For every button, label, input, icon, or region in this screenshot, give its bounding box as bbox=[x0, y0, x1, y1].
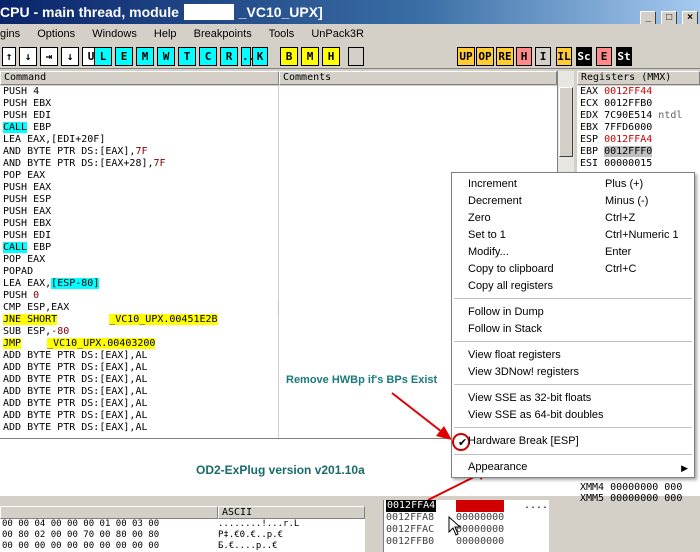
dump-hex: 00 80 02 00 00 70 00 80 00 80 bbox=[2, 530, 160, 540]
shortcut-copy: Ctrl+C bbox=[605, 263, 637, 275]
stack-row[interactable]: 0012FFA8 00000000 bbox=[384, 512, 549, 524]
menu-item-copy-to-clipboard[interactable]: Copy to clipboard bbox=[468, 261, 554, 278]
menu-item-follow-in-stack[interactable]: Follow in Stack bbox=[468, 321, 542, 338]
stack-address: 0012FFA4 bbox=[386, 500, 437, 512]
dump-row[interactable]: 00 00 00 00 00 00 00 00 00 00 Б.€....р..€ bbox=[0, 541, 365, 552]
menu-item-view-float-registers[interactable]: View float registers bbox=[468, 347, 561, 364]
check-icon: ✔ bbox=[458, 437, 468, 449]
register-context-menu: Increment Plus (+) Decrement Minus (-) Z… bbox=[451, 172, 695, 478]
stack-row[interactable]: 0012FFA4 00000000.... bbox=[384, 500, 549, 512]
menu-separator bbox=[454, 427, 692, 428]
dump-pane[interactable]: 00 00 04 00 00 00 01 00 03 00........!..… bbox=[0, 519, 365, 552]
dump-hex: 00 00 00 00 00 00 00 00 00 00 bbox=[2, 541, 160, 551]
menu-item-copy-all-registers[interactable]: Copy all registers bbox=[468, 278, 553, 295]
stack-ascii: .... bbox=[524, 500, 549, 511]
shortcut-decrement: Minus (-) bbox=[605, 195, 649, 207]
submenu-arrow-icon: ▶ bbox=[681, 463, 688, 473]
menu-item-zero[interactable]: Zero bbox=[468, 210, 491, 227]
stack-pane[interactable]: 0012FFA4 00000000.... 0012FFA8 00000000 0012… bbox=[383, 500, 549, 552]
mouse-cursor-icon bbox=[448, 516, 462, 536]
stack-value: 00000000 bbox=[456, 524, 505, 535]
shortcut-set-to-1: Ctrl+Numeric 1 bbox=[605, 229, 679, 241]
arrow-to-hwbp bbox=[391, 392, 443, 433]
menu-separator bbox=[454, 298, 692, 299]
menu-item-view-sse-32bit[interactable]: View SSE as 32-bit floats bbox=[468, 390, 591, 407]
menu-separator bbox=[454, 341, 692, 342]
dump-ascii: P‡.€0.€..p.€ bbox=[218, 530, 284, 540]
hex-column-header[interactable] bbox=[0, 506, 218, 519]
menu-item-increment[interactable]: Increment bbox=[468, 176, 517, 193]
ascii-column-header[interactable]: ASCII bbox=[218, 506, 365, 519]
stack-value: 00000000 bbox=[456, 512, 505, 523]
dump-ascii: ........!...r.L bbox=[218, 519, 300, 529]
dump-row[interactable]: 00 00 04 00 00 00 01 00 03 00........!..… bbox=[0, 519, 365, 530]
shortcut-increment: Plus (+) bbox=[605, 178, 644, 190]
shortcut-zero: Ctrl+Z bbox=[605, 212, 636, 224]
menu-item-view-sse-64bit[interactable]: View SSE as 64-bit doubles bbox=[468, 407, 604, 424]
stack-address: 0012FFB0 bbox=[386, 536, 435, 547]
menu-item-follow-in-dump[interactable]: Follow in Dump bbox=[468, 304, 544, 321]
menu-separator bbox=[454, 384, 692, 385]
dump-ascii: Б.€....р..€ bbox=[218, 541, 278, 551]
stack-row[interactable]: 0012FFB0 00000000 bbox=[384, 536, 549, 548]
stack-address: 0012FFA8 bbox=[386, 512, 435, 523]
menu-item-appearance[interactable]: Appearance bbox=[468, 459, 527, 476]
menu-item-set-to-1[interactable]: Set to 1 bbox=[468, 227, 506, 244]
dump-hex: 00 00 04 00 00 00 01 00 03 00 bbox=[2, 519, 160, 529]
dump-row[interactable]: 00 80 02 00 00 70 00 80 00 80 P‡.€0.€..p.… bbox=[0, 530, 365, 541]
stack-address: 0012FFAC bbox=[386, 524, 435, 535]
stack-value: 00000000 bbox=[456, 536, 505, 547]
stack-value: 00000000 bbox=[456, 500, 505, 512]
menu-separator bbox=[454, 454, 692, 455]
menu-item-decrement[interactable]: Decrement bbox=[468, 193, 522, 210]
menu-item-hardware-break-esp[interactable]: Hardware Break [ESP] bbox=[468, 433, 579, 450]
shortcut-modify: Enter bbox=[605, 246, 632, 258]
menu-item-view-3dnow-registers[interactable]: View 3DNow! registers bbox=[468, 364, 579, 381]
stack-row[interactable]: 0012FFAC 00000000 bbox=[384, 524, 549, 536]
menu-item-modify[interactable]: Modify... bbox=[468, 244, 509, 261]
